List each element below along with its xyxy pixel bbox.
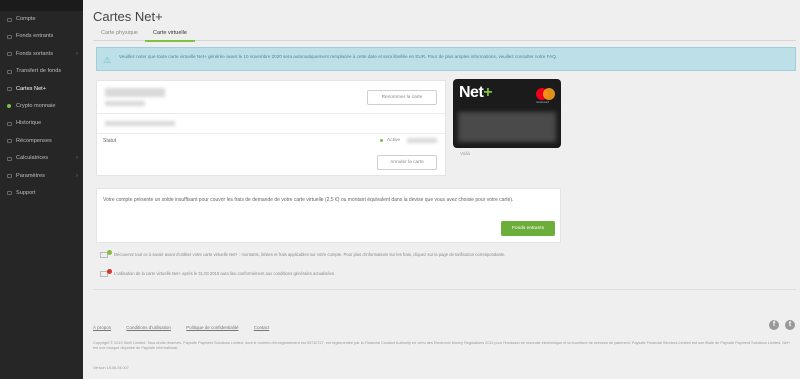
- account-icon: [7, 17, 12, 22]
- main-content: Cartes Net+ Carte physique Carte virtuel…: [83, 0, 800, 379]
- transfer-icon: [7, 69, 12, 74]
- support-icon: [7, 191, 12, 196]
- chevron-right-icon: ›: [76, 172, 78, 179]
- deposit-icon: [7, 34, 12, 39]
- footer-links: À propos Conditions d'utilisation Politi…: [93, 325, 283, 330]
- sidebar-item-label: Récompenses: [16, 137, 52, 144]
- balance-panel: Votre compte présente un solde insuffisa…: [96, 188, 561, 243]
- sidebar-item-r-compenses[interactable]: Récompenses: [0, 133, 83, 150]
- sidebar-item-param-tres[interactable]: Paramètres ›: [0, 168, 83, 185]
- alert-badge-icon: [107, 269, 112, 274]
- card-number-redacted: [458, 112, 556, 142]
- sidebar-item-label: Paramètres: [16, 172, 45, 179]
- rewards-icon: [7, 139, 12, 144]
- chevron-right-icon: ›: [76, 155, 78, 162]
- netplus-logo: Net+: [459, 84, 493, 102]
- note-text: L'utilisation de la carte virtuelle Net+…: [114, 271, 336, 276]
- info-card-icon: [100, 250, 112, 258]
- netplus-brand-plus: +: [483, 84, 493, 101]
- sidebar-item-support[interactable]: Support: [0, 185, 83, 202]
- sidebar-item-label: Historique: [16, 120, 42, 127]
- divider: [97, 113, 445, 114]
- status-dot-icon: [380, 139, 383, 142]
- sidebar-item-fonds-sortants[interactable]: Fonds sortants ›: [0, 46, 83, 63]
- note-text: Découvrez tout ce à savoir avant d'utili…: [114, 252, 506, 257]
- sidebar-item-historique[interactable]: Historique: [0, 115, 83, 132]
- card-name-redacted: [105, 88, 165, 97]
- footer-divider: [93, 289, 796, 290]
- footer-link-privacy[interactable]: Politique de confidentialité: [186, 325, 238, 330]
- sidebar-item-calculatrices[interactable]: Calculatrices ›: [0, 150, 83, 167]
- mastercard-icon: [536, 88, 556, 101]
- sidebar-item-label: Fonds sortants: [16, 50, 53, 57]
- sidebar-item-crypto-monnaie[interactable]: Crypto monnaie: [0, 98, 83, 115]
- facebook-icon[interactable]: f: [769, 320, 779, 330]
- sidebar-item-label: Cartes Net+: [16, 85, 47, 92]
- warning-card-icon: [100, 269, 112, 277]
- mastercard-label: mastercard: [536, 101, 549, 104]
- status-badge: Active: [387, 138, 401, 143]
- sidebar-item-label: Crypto monnaie: [16, 102, 56, 109]
- sidebar-item-transfert-de-fonds[interactable]: Transfert de fonds: [0, 63, 83, 80]
- sidebar-nav: Compte Fonds entrants Fonds sortants › Trans…: [0, 11, 83, 202]
- card-caption: Voilà: [460, 151, 470, 156]
- page-title: Cartes Net+: [93, 9, 163, 24]
- crypto-icon: [7, 104, 11, 109]
- warning-icon: ⚠: [103, 55, 112, 65]
- balance-message: Votre compte présente un solde insuffisa…: [103, 197, 514, 203]
- alert-text: Veuillez noter que toute carte virtuelle…: [119, 54, 558, 59]
- card-number-redacted: [105, 121, 175, 126]
- version-text: Version 19.06.04.007: [93, 366, 129, 370]
- deposit-funds-button[interactable]: Fonds entrants: [501, 221, 555, 236]
- sidebar-item-compte[interactable]: Compte: [0, 11, 83, 28]
- history-icon: [7, 121, 12, 126]
- card-info-redacted: [105, 101, 145, 106]
- settings-icon: [7, 174, 12, 179]
- cancel-card-button[interactable]: Annuler la carte: [377, 155, 437, 170]
- tab-virtual-card[interactable]: Carte virtuelle: [145, 28, 195, 42]
- netplus-brand-text: Net: [459, 84, 484, 101]
- sidebar: Compte Fonds entrants Fonds sortants › Trans…: [0, 0, 83, 379]
- sidebar-header: [0, 0, 83, 11]
- sidebar-item-label: Support: [16, 189, 36, 196]
- netcard-image: Net+ mastercard: [453, 79, 561, 148]
- sidebar-item-cartes-net[interactable]: Cartes Net+: [0, 81, 83, 98]
- divider: [97, 133, 445, 134]
- sidebar-item-label: Fonds entrants: [16, 33, 54, 40]
- footer-link-contact[interactable]: Contact: [254, 325, 270, 330]
- copyright-text: Copyright © 2019 Skrill Limited. Tous dr…: [93, 341, 791, 350]
- sidebar-item-label: Compte: [16, 16, 36, 22]
- rename-card-button[interactable]: Renommer la carte: [367, 90, 437, 105]
- footer-link-terms[interactable]: Conditions d'utilisation: [126, 325, 171, 330]
- tab-physical-card[interactable]: Carte physique: [93, 28, 146, 40]
- footer-link-about[interactable]: À propos: [93, 325, 111, 330]
- card-icon: [7, 87, 12, 92]
- sidebar-item-label: Calculatrices: [16, 155, 49, 162]
- info-alert: ⚠ Veuillez noter que toute carte virtuel…: [96, 47, 796, 71]
- info-badge-icon: [107, 250, 112, 255]
- calculator-icon: [7, 156, 12, 161]
- card-details-panel: Renommer la carte Statut Active Annuler …: [96, 80, 446, 176]
- sidebar-item-fonds-entrants[interactable]: Fonds entrants: [0, 28, 83, 45]
- twitter-icon[interactable]: t: [785, 320, 795, 330]
- sidebar-item-label: Transfert de fonds: [16, 68, 62, 75]
- status-label: Statut: [103, 138, 117, 144]
- status-detail-redacted: [407, 138, 437, 143]
- chevron-right-icon: ›: [76, 50, 78, 57]
- withdraw-icon: [7, 52, 12, 57]
- tab-bar: Carte physique Carte virtuelle: [93, 26, 796, 42]
